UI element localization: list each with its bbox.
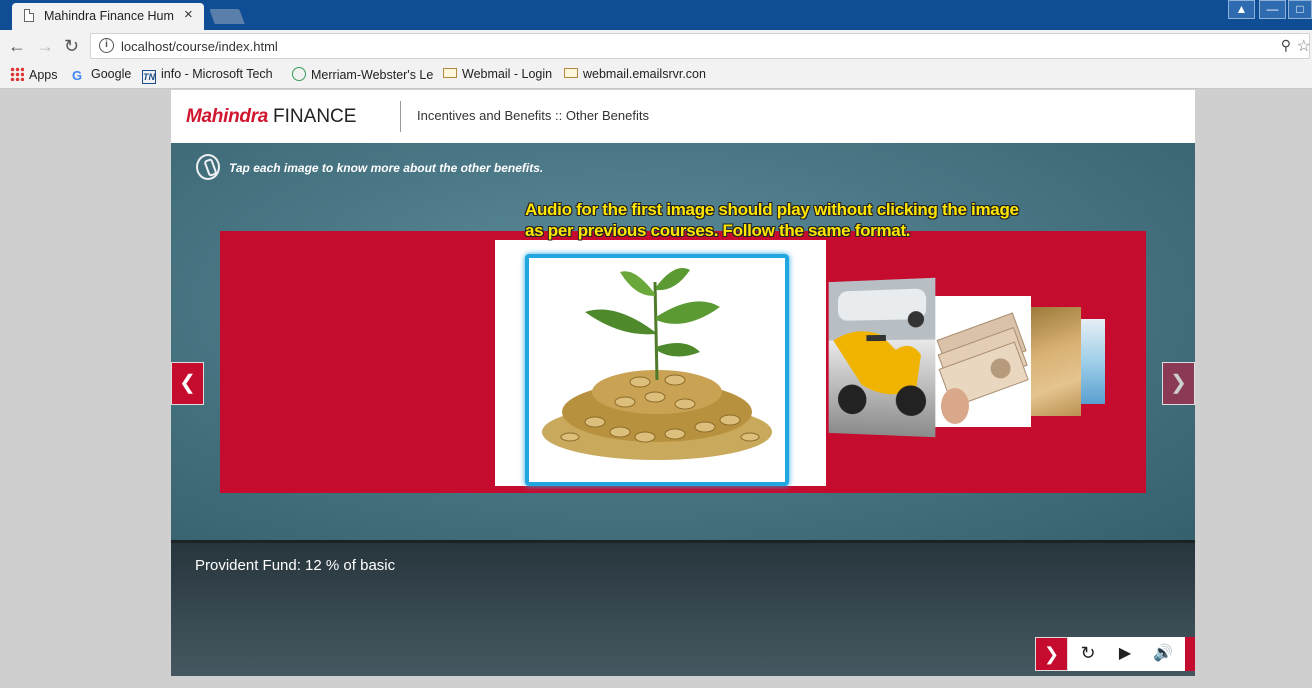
apps-icon [10, 67, 24, 81]
course-player: Mahindra FINANCE Incentives and Benefits… [171, 90, 1195, 676]
player-controls: ❯ ↻ ▶ 🔊 [1035, 637, 1195, 671]
google-icon: G [72, 68, 83, 83]
carousel-prev-button[interactable]: ❮ [171, 362, 204, 405]
tap-hand-icon [196, 154, 220, 180]
bookmark-label: Apps [29, 68, 58, 82]
instruction-text: Tap each image to know more about the ot… [229, 161, 544, 175]
carousel-card-money[interactable] [935, 296, 1031, 427]
bookmark-label: webmail.emailsrvr.con [583, 67, 706, 81]
tab-close-icon[interactable]: × [184, 6, 193, 23]
minimize-button[interactable]: — [1259, 0, 1286, 19]
currency-notes-image [935, 296, 1031, 427]
carousel-card-hands[interactable] [1031, 307, 1081, 416]
carousel-stage: Tap each image to know more about the ot… [171, 143, 1195, 540]
controls-accent-bar [1185, 637, 1195, 671]
back-icon[interactable]: ← [8, 36, 26, 57]
carousel-card-provident-fund[interactable] [495, 240, 826, 486]
audio-icon[interactable]: 🔊 [1145, 637, 1181, 671]
mail-icon [443, 68, 457, 78]
selection-highlight [525, 254, 789, 486]
carousel-next-button[interactable]: ❯ [1162, 362, 1195, 405]
replay-icon[interactable]: ↻ [1070, 637, 1106, 671]
browser-tab[interactable]: Mahindra Finance Huma × [12, 3, 204, 30]
carousel-card-credit[interactable] [1081, 319, 1105, 404]
bookmarks-bar: Apps G Google TN info - Microsoft Tech Mer… [0, 62, 1312, 89]
course-header: Mahindra FINANCE Incentives and Benefits… [171, 90, 1195, 143]
mail-icon [564, 68, 578, 78]
user-icon[interactable]: ▲ [1228, 0, 1255, 19]
zoom-search-icon[interactable]: ⚲ [1281, 37, 1291, 54]
info-panel: Provident Fund: 12 % of basic ❯ ↻ ▶ 🔊 [171, 540, 1195, 676]
mahindra-finance-logo: Mahindra FINANCE [186, 106, 356, 128]
play-icon[interactable]: ▶ [1107, 637, 1143, 671]
header-divider [400, 101, 401, 132]
globe-icon [292, 67, 306, 81]
forward-icon[interactable]: → [36, 36, 54, 57]
review-annotation: Audio for the first image should play wi… [525, 200, 1019, 240]
info-icon[interactable]: i [99, 38, 114, 53]
bookmark-webmail[interactable]: Webmail - Login [443, 67, 552, 81]
bookmark-label: Merriam-Webster's Le [311, 68, 434, 82]
next-slide-button[interactable]: ❯ [1035, 637, 1068, 671]
logo-suffix: FINANCE [273, 106, 357, 127]
url-text[interactable]: localhost/course/index.html [121, 39, 278, 54]
tab-title: Mahindra Finance Huma [44, 9, 174, 23]
bookmark-label: info - Microsoft Tech [161, 67, 273, 81]
browser-titlebar: Mahindra Finance Huma × ▲ — □ [0, 0, 1312, 30]
bookmark-apps[interactable]: Apps [10, 67, 58, 82]
scooter-image [828, 277, 936, 417]
maximize-button[interactable]: □ [1288, 0, 1312, 19]
bookmark-emailsrvr[interactable]: webmail.emailsrvr.con [564, 67, 706, 81]
bookmark-star-icon[interactable]: ☆ [1297, 36, 1311, 56]
bookmark-google[interactable]: G Google [72, 67, 132, 83]
bookmark-merriam[interactable]: Merriam-Webster's Le [292, 67, 433, 82]
bookmark-label: Webmail - Login [462, 67, 553, 81]
browser-toolbar: ← → ↻ i localhost/course/index.html ⚲ ☆ [0, 30, 1312, 62]
new-tab-button[interactable] [209, 9, 245, 24]
page-icon [24, 9, 34, 22]
bookmark-label: Google [91, 67, 132, 81]
carousel-card-scooter[interactable] [828, 277, 936, 438]
address-bar[interactable]: i localhost/course/index.html ⚲ ☆ [90, 33, 1311, 59]
logo-brand: Mahindra [186, 106, 269, 127]
reload-icon[interactable]: ↻ [64, 36, 79, 57]
breadcrumb: Incentives and Benefits :: Other Benefit… [417, 108, 649, 123]
benefit-caption: Provident Fund: 12 % of basic [195, 557, 396, 574]
bookmark-info[interactable]: TN info - Microsoft Tech [142, 67, 273, 84]
tn-icon: TN [142, 70, 156, 84]
